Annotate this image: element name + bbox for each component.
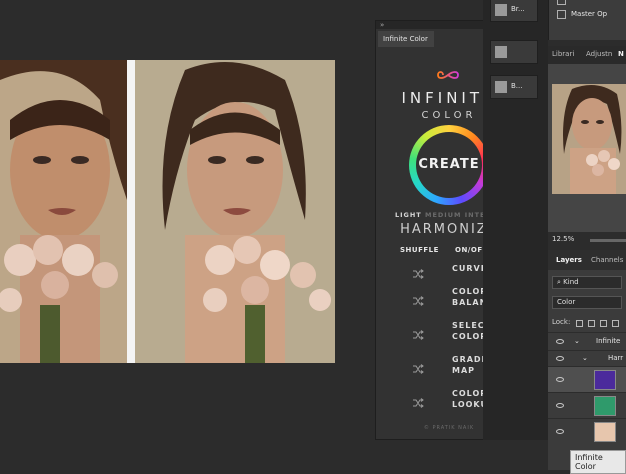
filter-kind-value: Kind xyxy=(563,278,579,286)
panel-icon xyxy=(495,4,507,16)
layer-tooltip: Infinite Color xyxy=(570,450,626,474)
shuffle-header: SHUFFLE xyxy=(400,246,439,254)
tab-infinite-color[interactable]: Infinite Color xyxy=(378,31,434,47)
create-button[interactable]: CREATE xyxy=(409,125,489,205)
intensity-medium[interactable]: MEDIUM xyxy=(425,211,461,219)
photoshop-workspace: » × Infinite Color ≡ INFINITE COLOR CREA… xyxy=(0,0,626,474)
layer-thumbnail xyxy=(594,370,616,390)
chevron-down-icon[interactable]: ⌄ xyxy=(574,337,580,345)
visibility-eye-icon[interactable] xyxy=(556,356,564,361)
shuffle-icon[interactable] xyxy=(412,398,424,408)
shuffle-icon[interactable] xyxy=(412,330,424,340)
layer-name: Infinite xyxy=(596,337,621,345)
layer-group-infinite[interactable]: ⌄ Infinite xyxy=(548,332,626,350)
panel-tabs: Librari Adjustn N xyxy=(548,46,626,64)
layer-row[interactable] xyxy=(548,418,626,444)
visibility-eye-icon[interactable] xyxy=(556,403,564,408)
lock-pixels-icon[interactable] xyxy=(588,320,595,327)
layer-name: Harr xyxy=(608,354,624,362)
document-icon xyxy=(557,0,566,5)
document-icon xyxy=(557,10,566,19)
tab-channels[interactable]: Channels xyxy=(591,256,623,264)
layer-thumbnail xyxy=(594,422,616,442)
layers-tabs: Layers Channels xyxy=(548,250,626,270)
collapsed-panel-button[interactable] xyxy=(490,40,538,64)
collapse-icon[interactable]: » xyxy=(380,21,384,29)
zoom-level[interactable]: 12.5% xyxy=(552,235,574,243)
panel-icon xyxy=(495,46,507,58)
visibility-eye-icon[interactable] xyxy=(556,339,564,344)
blend-mode-select[interactable]: Color xyxy=(552,296,622,309)
collapsed-panel-button[interactable]: B... xyxy=(490,75,538,99)
infinity-logo-icon xyxy=(437,71,459,79)
intensity-light[interactable]: LIGHT xyxy=(395,211,422,219)
lock-transparent-icon[interactable] xyxy=(576,320,583,327)
lock-all-icon[interactable] xyxy=(612,320,619,327)
shuffle-icon[interactable] xyxy=(412,269,424,279)
label-line: MAP xyxy=(452,366,476,375)
tab-navigator[interactable]: N xyxy=(618,50,624,58)
panel-button-label: B... xyxy=(511,82,523,90)
filter-kind-select[interactable]: ⌕ Kind xyxy=(552,276,622,289)
shuffle-icon[interactable] xyxy=(412,296,424,306)
tab-libraries[interactable]: Librari xyxy=(552,50,574,58)
collapsed-panels-strip xyxy=(483,0,548,440)
collapsed-panel-button[interactable]: Br... xyxy=(490,0,538,22)
layer-row[interactable] xyxy=(548,366,626,392)
visibility-eye-icon[interactable] xyxy=(556,377,564,382)
chevron-down-icon[interactable]: ⌄ xyxy=(582,354,588,362)
before-photo xyxy=(0,60,127,363)
after-photo xyxy=(135,60,335,363)
photo-divider xyxy=(127,60,135,363)
navigator-panel xyxy=(548,64,626,232)
tab-adjustments[interactable]: Adjustn xyxy=(586,50,612,58)
shuffle-icon[interactable] xyxy=(412,364,424,374)
layers-panel: ⌕ Kind Color Lock: ⌄ Infinite ⌄ Harr xyxy=(548,270,626,470)
history-item[interactable]: Master Op xyxy=(571,10,607,18)
tab-layers[interactable]: Layers xyxy=(556,256,582,264)
layer-thumbnail xyxy=(594,396,616,416)
history-panel: Master Op xyxy=(548,0,626,40)
lock-position-icon[interactable] xyxy=(600,320,607,327)
panel-button-label: Br... xyxy=(511,5,525,13)
visibility-eye-icon[interactable] xyxy=(556,429,564,434)
create-label: CREATE xyxy=(416,132,482,198)
lock-label: Lock: xyxy=(552,318,571,326)
layer-group-harmonize[interactable]: ⌄ Harr xyxy=(548,350,626,366)
navigator-thumbnail[interactable] xyxy=(552,84,626,194)
panel-icon xyxy=(495,81,507,93)
layer-row[interactable] xyxy=(548,392,626,418)
zoom-slider[interactable] xyxy=(590,239,626,242)
